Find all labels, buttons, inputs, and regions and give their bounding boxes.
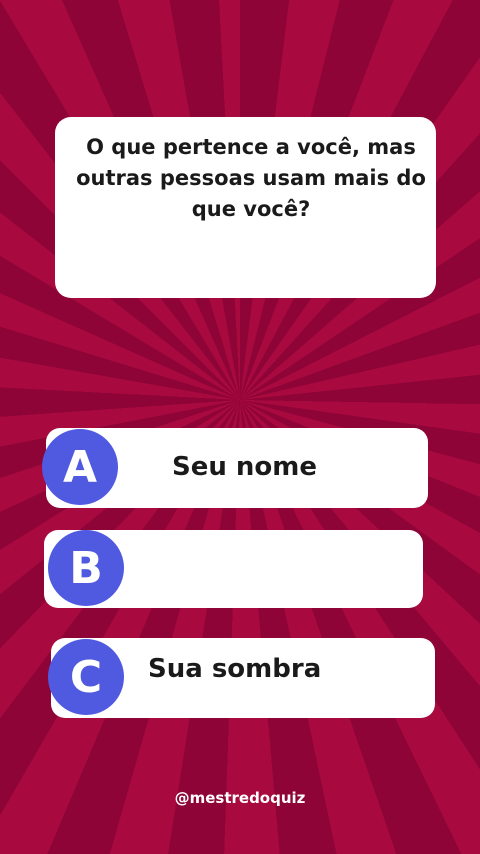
option-b-button[interactable]: B xyxy=(44,530,423,608)
option-b-badge: B xyxy=(48,530,124,606)
creator-handle: @mestredoquiz xyxy=(174,789,306,807)
question-card: O que pertence a você, mas outras pessoa… xyxy=(55,117,436,298)
question-text: O que pertence a você, mas outras pessoa… xyxy=(76,135,426,221)
option-c-badge: C xyxy=(48,639,124,715)
option-a-button[interactable]: A Seu nome xyxy=(42,428,428,508)
option-a-badge: A xyxy=(42,429,118,505)
option-c-label: Sua sombra xyxy=(148,654,322,684)
option-a-label: Seu nome xyxy=(172,452,318,482)
option-c-button[interactable]: C Sua sombra xyxy=(48,638,435,718)
